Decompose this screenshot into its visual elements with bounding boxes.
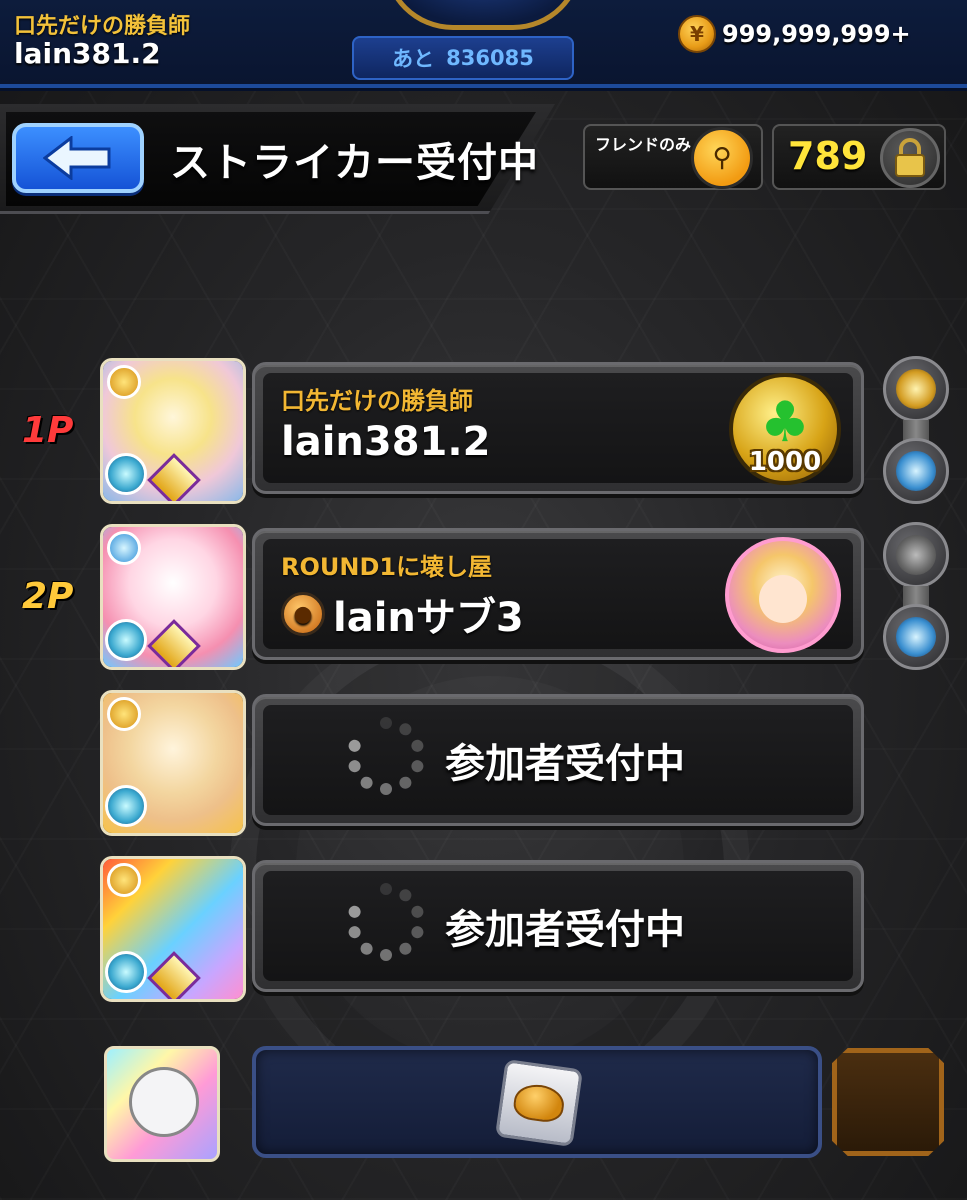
- slot-1[interactable]: 口先だけの勝負師 lain381.2 ♣ 1000: [252, 362, 864, 494]
- star-icon: [896, 451, 936, 491]
- clover-luck-icon: ♣ 1000: [729, 373, 841, 485]
- slot-2-speed-orb[interactable]: [883, 604, 949, 670]
- type-icon: [107, 863, 141, 897]
- ability-icon: [105, 453, 147, 495]
- type-icon: [107, 365, 141, 399]
- friend-filter-icon: ⚲: [691, 127, 753, 189]
- lock-number: 789: [788, 134, 868, 178]
- wing-icon: [896, 617, 936, 657]
- screen-title: ストライカー受付中: [170, 140, 539, 186]
- empty-item-slot[interactable]: [832, 1048, 944, 1156]
- slot-1-name: lain381.2: [281, 419, 490, 465]
- item-icon[interactable]: [494, 1058, 584, 1148]
- ability-icon: [105, 619, 147, 661]
- stamina-medal: [383, 0, 583, 30]
- slot-4-portrait[interactable]: [100, 856, 246, 1002]
- ability-icon: [105, 951, 147, 993]
- slot-3[interactable]: 参加者受付中: [252, 694, 864, 826]
- slot-4[interactable]: 参加者受付中: [252, 860, 864, 992]
- slot-2[interactable]: ROUND1に壊し屋 ● lainサブ3: [252, 528, 864, 660]
- slot-1-portrait[interactable]: [100, 358, 246, 504]
- slot-3-status: 参加者受付中: [445, 741, 685, 787]
- slot-1-title: 口先だけの勝負師: [281, 387, 473, 415]
- friend-filter-toggle[interactable]: フレンドのみ ⚲: [583, 124, 763, 190]
- top-status-bar: 口先だけの勝負師 lain381.2 あと 836085 ¥ 999,999,9…: [0, 0, 967, 88]
- slot-1-gauge-orb[interactable]: [883, 356, 949, 422]
- player-title: 口先だけの勝負師: [14, 14, 191, 39]
- slot-2-title: ROUND1に壊し屋: [281, 553, 493, 581]
- type-icon: [107, 531, 141, 565]
- group-icon: ●: [281, 592, 325, 636]
- coin-display: ¥ 999,999,999+: [678, 14, 911, 54]
- player-1-label: 1P: [22, 410, 74, 451]
- back-arrow-icon: [43, 136, 111, 180]
- type-icon: [107, 697, 141, 731]
- lock-icon: [880, 128, 940, 188]
- slot-3-portrait[interactable]: [100, 690, 246, 836]
- slot-2-name-text: lainサブ3: [333, 595, 524, 641]
- coin-icon: ¥: [678, 15, 716, 53]
- slot-2-gauge-orb[interactable]: [883, 522, 949, 588]
- countdown-value: 836085: [446, 46, 534, 70]
- helper-avatar: [725, 537, 841, 653]
- slot-1-name-text: lain381.2: [281, 419, 491, 465]
- clover-icon: ♣: [759, 389, 811, 455]
- ability-icon: [105, 785, 147, 827]
- item-ball-icon: [511, 1081, 567, 1125]
- slot-1-speed-orb[interactable]: [883, 438, 949, 504]
- character-art: [129, 1067, 199, 1137]
- loading-spinner-icon: [347, 883, 425, 961]
- loading-spinner-icon: [347, 717, 425, 795]
- player-2-label: 2P: [22, 576, 74, 617]
- helper-face: [759, 575, 807, 623]
- item-bar[interactable]: [252, 1046, 822, 1158]
- player-id: lain381.2: [14, 37, 161, 70]
- slot-2-name: ● lainサブ3: [281, 585, 524, 643]
- helper-portrait[interactable]: [104, 1046, 220, 1162]
- slot-2-portrait[interactable]: [100, 524, 246, 670]
- back-button[interactable]: [12, 123, 144, 193]
- room-lock[interactable]: 789: [772, 124, 946, 190]
- countdown-prefix: あと: [392, 47, 435, 71]
- luck-value: 1000: [748, 447, 822, 477]
- friend-filter-label: フレンドのみ: [594, 135, 691, 154]
- shield-icon: [896, 535, 936, 575]
- coin-amount: 999,999,999+: [722, 20, 911, 48]
- slot-4-status: 参加者受付中: [445, 907, 685, 953]
- countdown-box: あと 836085: [352, 36, 574, 80]
- compass-icon: [896, 369, 936, 409]
